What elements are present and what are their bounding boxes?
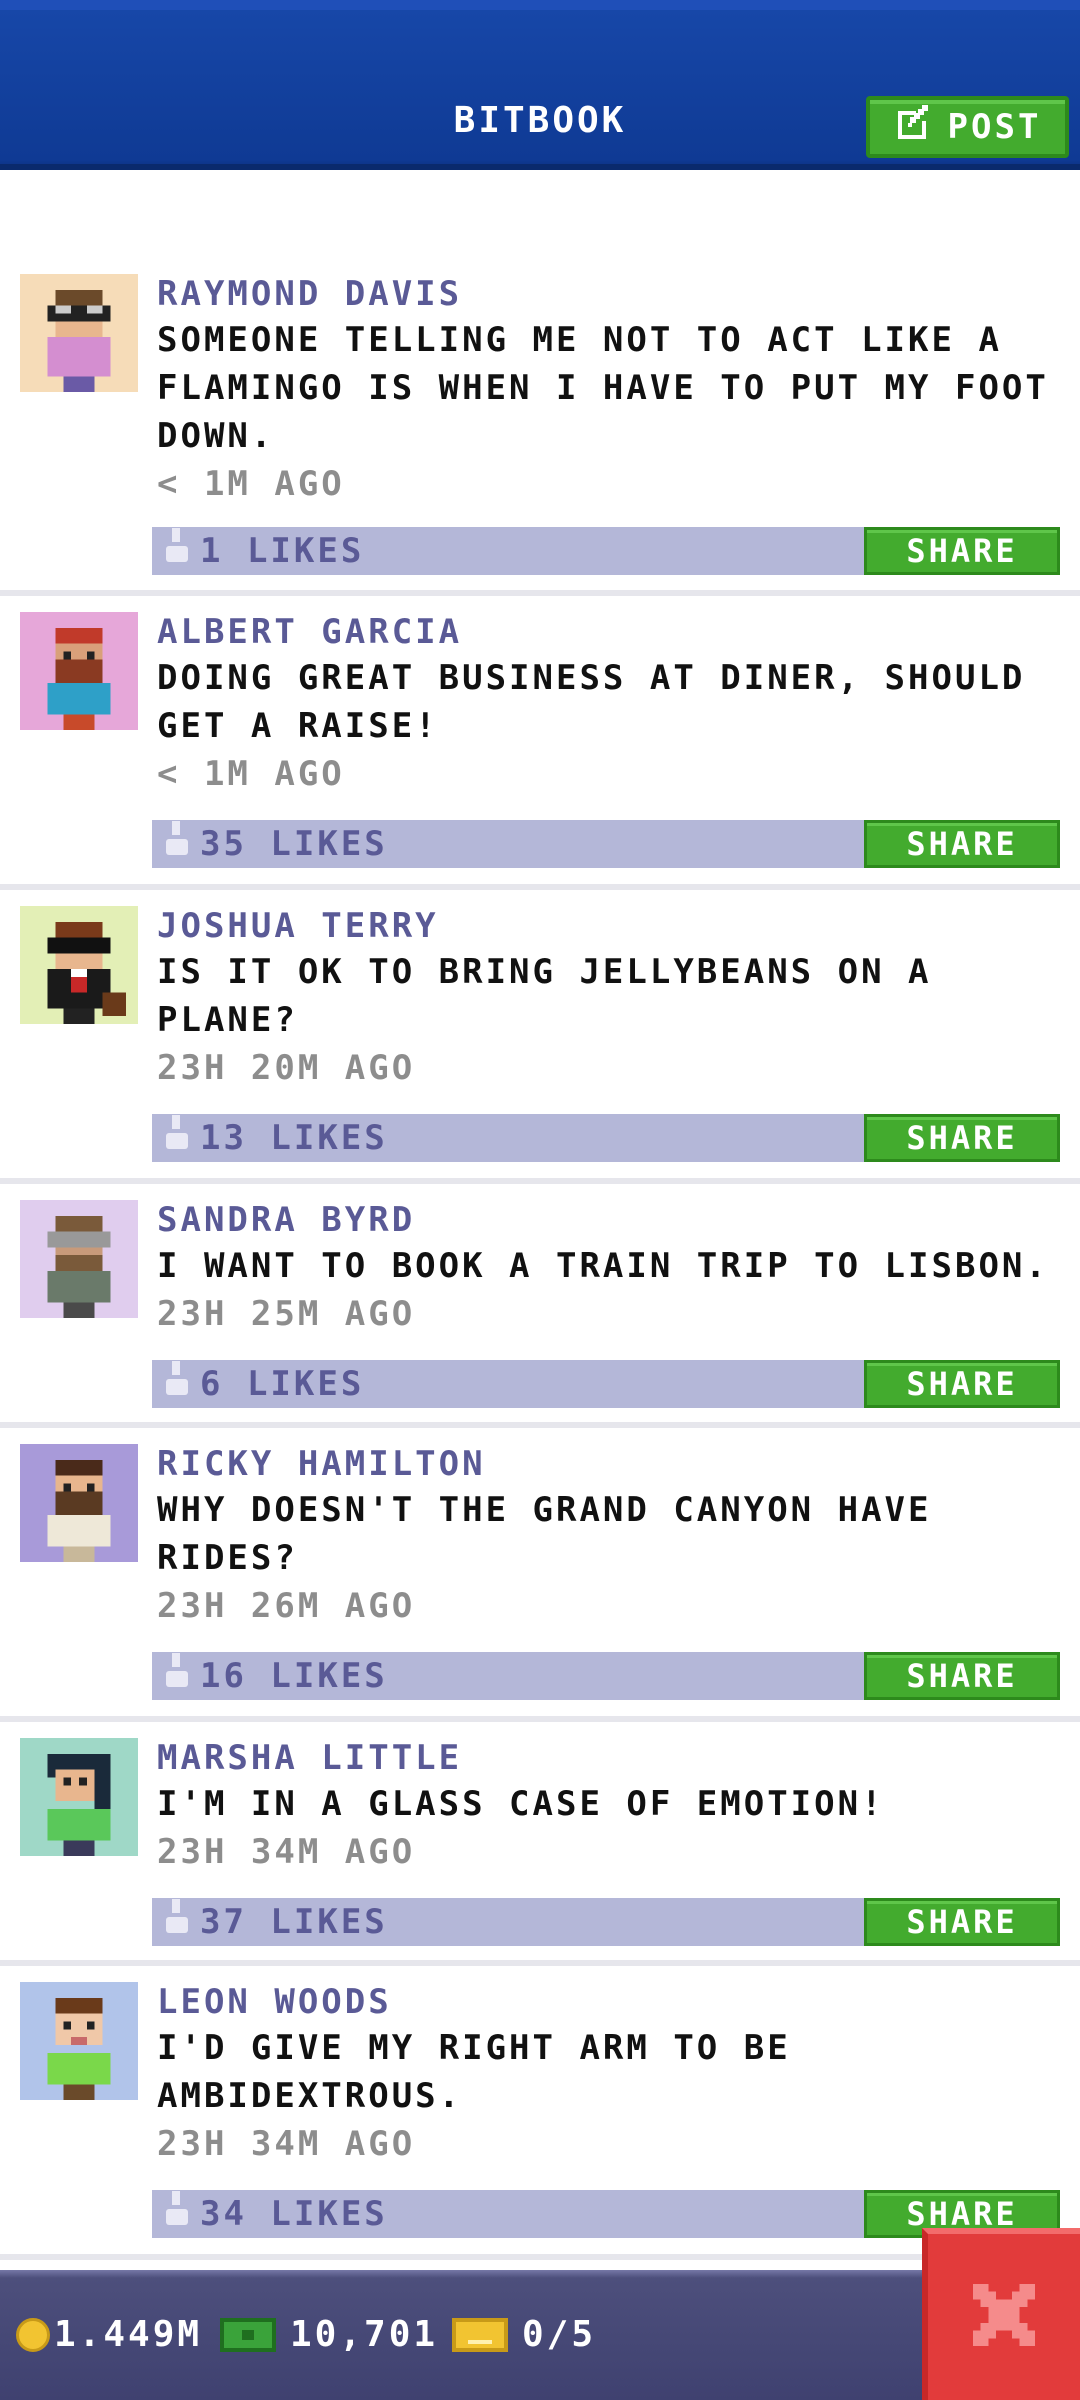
post-message-line: I'D GIVE MY RIGHT ARM TO BE	[157, 2028, 791, 2068]
post-author[interactable]: ALBERT GARCIA	[157, 610, 1060, 654]
bux-value: 10,701	[290, 2314, 439, 2355]
post-message-line: AMBIDEXTROUS.	[157, 2076, 463, 2116]
divider	[0, 1178, 1080, 1184]
bitbook-screen: BITBOOK POST RAYMOND DAVIS SOMEONE TELLI…	[0, 0, 1080, 2400]
post-author[interactable]: SANDRA BYRD	[157, 1198, 1060, 1242]
post-content: ALBERT GARCIA DOING GREAT BUSINESS AT DI…	[157, 610, 1060, 798]
likes-count: 6 LIKES	[200, 1364, 365, 1404]
coins-value: 1.449M	[54, 2314, 203, 2355]
likes-count: 1 LIKES	[200, 531, 365, 571]
divider	[0, 1422, 1080, 1428]
avatar[interactable]	[20, 1200, 138, 1318]
ticket-icon	[452, 2317, 508, 2352]
likes-bar: 6 LIKES SHARE	[152, 1360, 1060, 1408]
thumbs-up-icon[interactable]	[164, 1653, 190, 1689]
header: BITBOOK POST	[0, 0, 1080, 170]
post-message-line: SOMEONE TELLING ME NOT TO ACT LIKE A	[157, 320, 1002, 360]
post-author[interactable]: RAYMOND DAVIS	[157, 272, 1060, 316]
post-content: RICKY HAMILTON WHY DOESN'T THE GRAND CAN…	[157, 1442, 1060, 1630]
edit-icon	[894, 103, 934, 152]
likes-count: 16 LIKES	[200, 1656, 388, 1696]
likes-bar: 1 LIKES SHARE	[152, 527, 1060, 575]
post-message-line: I'M IN A GLASS CASE OF EMOTION!	[157, 1784, 885, 1824]
thumbs-up-icon[interactable]	[164, 1115, 190, 1151]
post-message-line: I WANT TO BOOK A TRAIN TRIP TO LISBON.	[157, 1246, 1049, 1286]
post-message-line: IS IT OK TO BRING JELLYBEANS ON A	[157, 952, 932, 992]
share-button[interactable]: SHARE	[864, 820, 1060, 868]
avatar[interactable]	[20, 274, 138, 392]
post-content: MARSHA LITTLE I'M IN A GLASS CASE OF EMO…	[157, 1736, 1060, 1876]
likes-bar: 16 LIKES SHARE	[152, 1652, 1060, 1700]
tickets-value: 0/5	[522, 2314, 597, 2355]
likes-count: 13 LIKES	[200, 1118, 388, 1158]
bux-icon	[220, 2317, 276, 2352]
post-message-line: RIDES?	[157, 1538, 298, 1578]
post-message-line: PLANE?	[157, 1000, 298, 1040]
feed-post: ALBERT GARCIA DOING GREAT BUSINESS AT DI…	[0, 598, 1080, 892]
post-content: RAYMOND DAVIS SOMEONE TELLING ME NOT TO …	[157, 272, 1060, 508]
likes-bar: 13 LIKES SHARE	[152, 1114, 1060, 1162]
thumbs-up-icon[interactable]	[164, 2191, 190, 2227]
share-button[interactable]: SHARE	[864, 1652, 1060, 1700]
share-button[interactable]: SHARE	[864, 1360, 1060, 1408]
status-bar: 1.449M 10,701 0/5	[0, 2270, 1080, 2400]
thumbs-up-icon[interactable]	[164, 821, 190, 857]
feed-post: SANDRA BYRD I WANT TO BOOK A TRAIN TRIP …	[0, 1186, 1080, 1430]
post-author[interactable]: RICKY HAMILTON	[157, 1442, 1060, 1486]
share-button[interactable]: SHARE	[864, 527, 1060, 575]
coins-stat: 1.449M	[16, 2314, 202, 2355]
coin-icon	[16, 2317, 50, 2352]
feed-post: JOSHUA TERRY IS IT OK TO BRING JELLYBEAN…	[0, 892, 1080, 1186]
divider	[0, 1960, 1080, 1966]
feed-post: LEON WOODS I'D GIVE MY RIGHT ARM TO BE A…	[0, 1968, 1080, 2262]
post-author[interactable]: LEON WOODS	[157, 1980, 1060, 2024]
divider	[0, 590, 1080, 596]
post-message-line: GET A RAISE!	[157, 706, 439, 746]
feed-post: RICKY HAMILTON WHY DOESN'T THE GRAND CAN…	[0, 1430, 1080, 1724]
post-timestamp: 23H 34M AGO	[157, 1832, 416, 1872]
share-button[interactable]: SHARE	[864, 1898, 1060, 1946]
post-author[interactable]: JOSHUA TERRY	[157, 904, 1060, 948]
likes-count: 35 LIKES	[200, 824, 388, 864]
thumbs-up-icon[interactable]	[164, 1899, 190, 1935]
likes-count: 37 LIKES	[200, 1902, 388, 1942]
avatar[interactable]	[20, 1444, 138, 1562]
close-icon	[965, 2276, 1043, 2358]
post-button-label: POST	[947, 107, 1042, 147]
post-timestamp: 23H 25M AGO	[157, 1294, 416, 1334]
feed-post: RAYMOND DAVIS SOMEONE TELLING ME NOT TO …	[0, 260, 1080, 598]
divider	[0, 1716, 1080, 1722]
bux-stat: 10,701	[220, 2314, 438, 2355]
thumbs-up-icon[interactable]	[164, 528, 190, 564]
feed: RAYMOND DAVIS SOMEONE TELLING ME NOT TO …	[0, 260, 1080, 2262]
post-timestamp: < 1M AGO	[157, 754, 345, 794]
likes-bar: 35 LIKES SHARE	[152, 820, 1060, 868]
likes-count: 34 LIKES	[200, 2194, 388, 2234]
post-timestamp: < 1M AGO	[157, 464, 345, 504]
feed-post: MARSHA LITTLE I'M IN A GLASS CASE OF EMO…	[0, 1724, 1080, 1968]
post-message-line: WHY DOESN'T THE GRAND CANYON HAVE	[157, 1490, 932, 1530]
avatar[interactable]	[20, 612, 138, 730]
share-button[interactable]: SHARE	[864, 1114, 1060, 1162]
post-content: SANDRA BYRD I WANT TO BOOK A TRAIN TRIP …	[157, 1198, 1060, 1338]
post-timestamp: 23H 26M AGO	[157, 1586, 416, 1626]
likes-bar: 37 LIKES SHARE	[152, 1898, 1060, 1946]
post-message-line: FLAMINGO IS WHEN I HAVE TO PUT MY FOOT	[157, 368, 1049, 408]
avatar[interactable]	[20, 1982, 138, 2100]
close-button[interactable]	[922, 2228, 1080, 2400]
post-author[interactable]: MARSHA LITTLE	[157, 1736, 1060, 1780]
thumbs-up-icon[interactable]	[164, 1361, 190, 1397]
post-content: JOSHUA TERRY IS IT OK TO BRING JELLYBEAN…	[157, 904, 1060, 1092]
divider	[0, 884, 1080, 890]
post-message-line: DOWN.	[157, 416, 275, 456]
post-content: LEON WOODS I'D GIVE MY RIGHT ARM TO BE A…	[157, 1980, 1060, 2168]
divider	[0, 2254, 1080, 2260]
avatar[interactable]	[20, 1738, 138, 1856]
tickets-stat: 0/5	[452, 2314, 596, 2355]
post-timestamp: 23H 20M AGO	[157, 1048, 416, 1088]
post-timestamp: 23H 34M AGO	[157, 2124, 416, 2164]
avatar[interactable]	[20, 906, 138, 1024]
post-button[interactable]: POST	[866, 96, 1069, 158]
post-message-line: DOING GREAT BUSINESS AT DINER, SHOULD	[157, 658, 1026, 698]
